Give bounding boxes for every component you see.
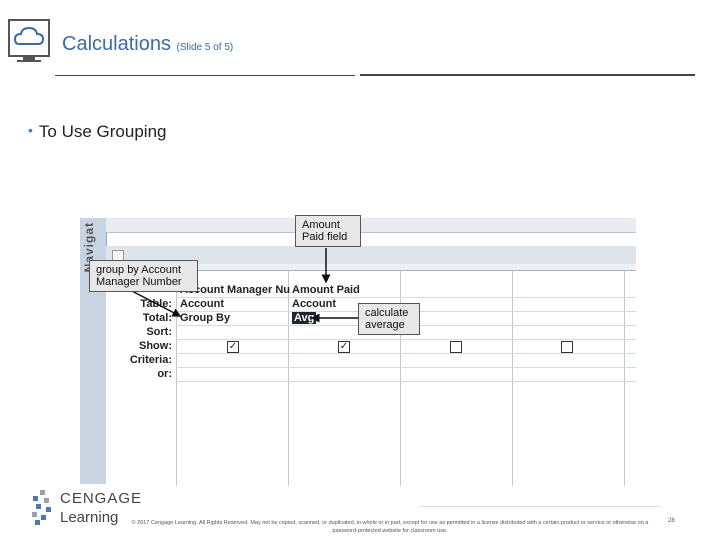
callout-group-by: group by Account Manager Number [89, 260, 198, 292]
callout-calculate-average: calculate average [358, 303, 420, 335]
cengage-logo-icon [30, 490, 56, 531]
page-number: 28 [668, 518, 675, 524]
copyright-notice: © 2017 Cengage Learning. All Rights Rese… [131, 520, 649, 534]
footer-divider [420, 506, 660, 507]
brand-name: CENGAGE [60, 490, 143, 507]
callout-amount-paid-field: Amount Paid field [295, 215, 361, 247]
brand-name-secondary: Learning [60, 509, 119, 526]
